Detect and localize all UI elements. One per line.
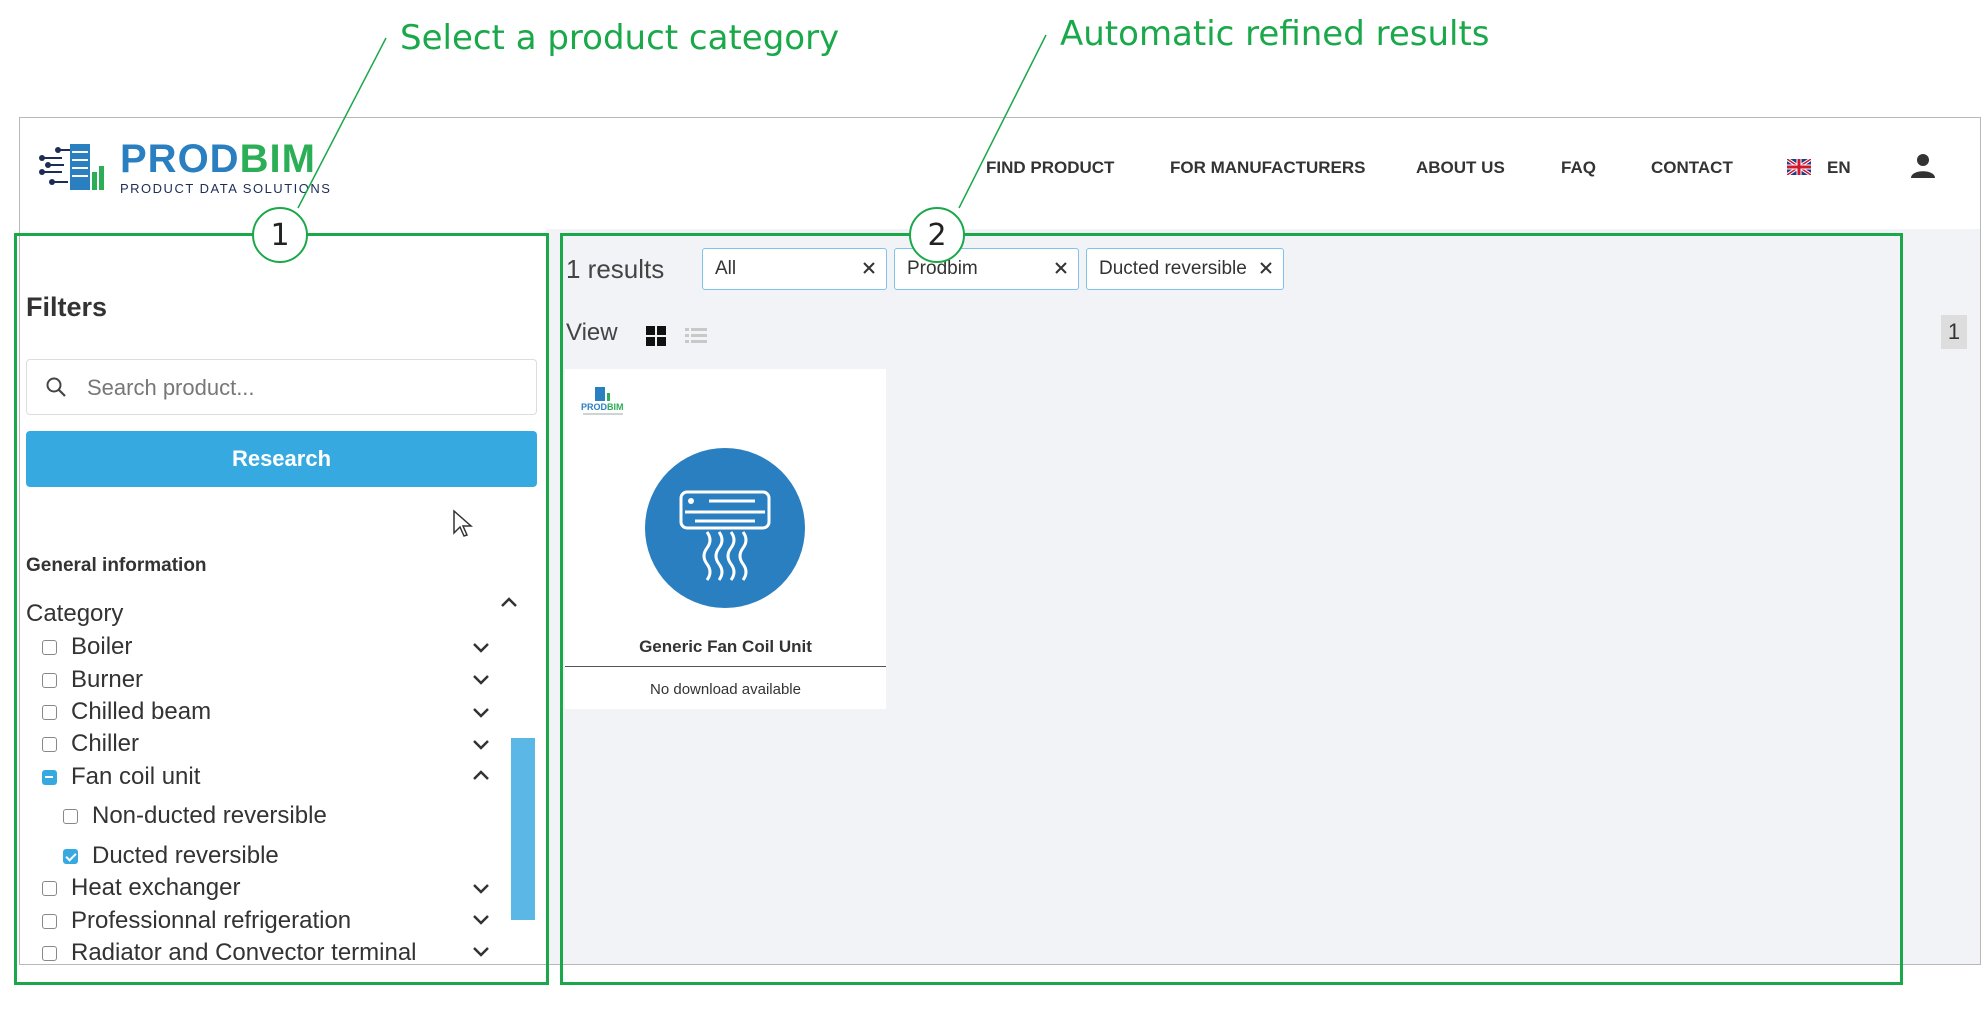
annotation-marker-1: 1	[252, 207, 308, 263]
annotation-marker-2: 2	[909, 207, 965, 263]
annotation-leader-lines	[297, 34, 1047, 209]
